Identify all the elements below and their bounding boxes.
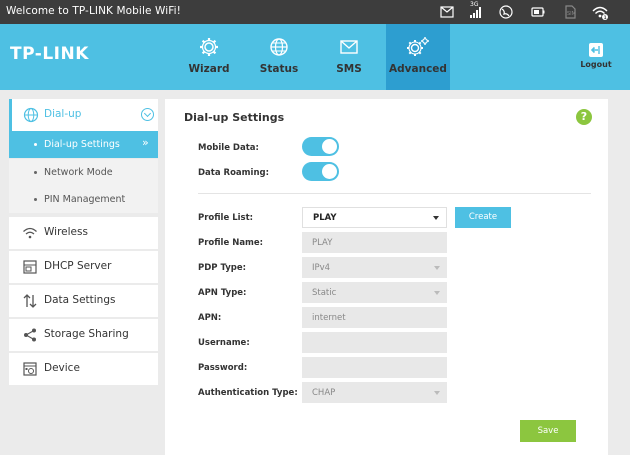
authentication-type-label: Authentication Type: bbox=[198, 388, 298, 398]
sidebar-item-label: Dial-up bbox=[44, 108, 82, 120]
pdp-type-label: PDP Type: bbox=[198, 263, 247, 273]
sidebar-section-dialup: Dial-up bbox=[9, 99, 158, 131]
mobile-data-label: Mobile Data: bbox=[198, 143, 259, 153]
sidebar-item-dialup[interactable]: Dial-up bbox=[9, 99, 158, 131]
sidebar-item-data-settings[interactable]: Data Settings bbox=[9, 285, 158, 317]
nav-status-label: Status bbox=[259, 63, 299, 75]
battery-icon bbox=[531, 7, 545, 17]
sidebar-subitem-pin-management[interactable]: PIN Management bbox=[9, 186, 158, 213]
up-down-arrows-icon bbox=[23, 294, 37, 308]
sidebar-item-storage-sharing[interactable]: Storage Sharing bbox=[9, 319, 158, 351]
dropdown-arrow-icon bbox=[434, 266, 440, 270]
authentication-type-select[interactable]: CHAP bbox=[302, 382, 447, 403]
sidebar-item-label: Data Settings bbox=[44, 294, 116, 306]
bullet-icon bbox=[34, 171, 37, 174]
password-field[interactable] bbox=[302, 357, 447, 378]
apn-value: internet bbox=[312, 313, 346, 323]
sidebar-item-label: Device bbox=[44, 362, 80, 374]
create-button[interactable]: Create bbox=[455, 207, 511, 228]
sidebar-item-row: Storage Sharing bbox=[9, 319, 158, 351]
apn-field[interactable]: internet bbox=[302, 307, 447, 328]
envelope-icon bbox=[340, 40, 358, 54]
apn-label: APN: bbox=[198, 313, 222, 323]
subitem-label: Dial-up Settings bbox=[44, 139, 120, 150]
tp-link-logo: TP-LINK bbox=[10, 44, 89, 64]
logout-label: Logout bbox=[580, 60, 612, 69]
network-type: 3G bbox=[470, 1, 479, 8]
sidebar-item-dhcp-server[interactable]: DHCP Server bbox=[9, 251, 158, 283]
sidebar-subitem-dialup-settings[interactable]: Dial-up Settings » bbox=[9, 131, 158, 158]
dialup-settings-panel: Dial-up Settings ? Mobile Data: Data Roa… bbox=[165, 99, 608, 455]
svg-text:SIM: SIM bbox=[567, 11, 576, 17]
profile-list-select[interactable]: PLAY bbox=[302, 207, 447, 228]
page-title: Dial-up Settings bbox=[184, 111, 285, 124]
divider bbox=[198, 193, 591, 194]
gear-icon bbox=[200, 38, 218, 56]
sidebar-item-device[interactable]: Device bbox=[9, 353, 158, 385]
data-roaming-toggle[interactable] bbox=[302, 162, 339, 181]
apn-type-value: Static bbox=[312, 288, 337, 298]
sidebar-item-wireless[interactable]: Wireless bbox=[9, 217, 158, 249]
subitem-label: Network Mode bbox=[44, 167, 113, 178]
globe-icon bbox=[23, 107, 39, 123]
welcome-text: Welcome to TP-LINK Mobile WiFi! bbox=[6, 5, 181, 17]
data-roaming-label: Data Roaming: bbox=[198, 168, 269, 178]
apn-type-select[interactable]: Static bbox=[302, 282, 447, 303]
sidebar-item-label: Storage Sharing bbox=[44, 328, 129, 340]
profile-name-label: Profile Name: bbox=[198, 238, 264, 248]
bullet-icon bbox=[34, 198, 37, 201]
nav-sms[interactable]: SMS bbox=[316, 24, 382, 90]
authentication-type-value: CHAP bbox=[312, 388, 336, 398]
dropdown-arrow-icon bbox=[434, 291, 440, 295]
wifi-icon: 1 bbox=[592, 6, 608, 20]
bullet-icon bbox=[34, 143, 37, 146]
server-icon bbox=[23, 260, 37, 274]
device-icon bbox=[23, 362, 37, 376]
help-icon[interactable]: ? bbox=[576, 109, 592, 125]
chevron-down-icon[interactable] bbox=[141, 108, 154, 121]
globe-icon bbox=[499, 5, 513, 19]
sidebar-item-row: Device bbox=[9, 353, 158, 385]
nav-wizard-label: Wizard bbox=[188, 63, 230, 75]
dropdown-arrow-icon bbox=[434, 391, 440, 395]
profile-name-value: PLAY bbox=[312, 238, 333, 248]
profile-list-label: Profile List: bbox=[198, 213, 254, 223]
password-label: Password: bbox=[198, 363, 248, 373]
gears-icon bbox=[407, 37, 429, 56]
profile-name-field[interactable]: PLAY bbox=[302, 232, 447, 253]
globe-icon bbox=[270, 38, 288, 56]
nav-status[interactable]: Status bbox=[246, 24, 312, 90]
pdp-type-select[interactable]: IPv4 bbox=[302, 257, 447, 278]
top-header: TP-LINK Wizard Status SMS Advanced Logou… bbox=[0, 24, 630, 90]
sidebar-item-row: Wireless bbox=[9, 217, 158, 249]
sidebar-subitem-network-mode[interactable]: Network Mode bbox=[9, 159, 158, 186]
double-chevron-right-icon: » bbox=[142, 136, 149, 149]
username-field[interactable] bbox=[302, 332, 447, 353]
share-icon bbox=[24, 328, 36, 342]
pdp-type-value: IPv4 bbox=[312, 263, 331, 273]
status-bar: Welcome to TP-LINK Mobile WiFi! 3G SIM 1 bbox=[0, 0, 630, 24]
nav-advanced[interactable]: Advanced bbox=[386, 24, 450, 90]
apn-type-label: APN Type: bbox=[198, 288, 247, 298]
mail-icon bbox=[440, 6, 454, 18]
logout-icon bbox=[589, 43, 603, 57]
dropdown-arrow-icon bbox=[433, 216, 439, 220]
sidebar-item-row: DHCP Server bbox=[9, 251, 158, 283]
sim-icon: SIM bbox=[565, 5, 576, 19]
sidebar-item-row: Data Settings bbox=[9, 285, 158, 317]
save-button[interactable]: Save bbox=[520, 420, 576, 442]
svg-text:1: 1 bbox=[604, 15, 607, 20]
wifi-icon bbox=[23, 227, 37, 239]
nav-sms-label: SMS bbox=[336, 63, 362, 75]
sidebar-item-label: DHCP Server bbox=[44, 260, 112, 272]
mobile-data-toggle[interactable] bbox=[302, 137, 339, 156]
username-label: Username: bbox=[198, 338, 250, 348]
nav-wizard[interactable]: Wizard bbox=[176, 24, 242, 90]
nav-advanced-label: Advanced bbox=[389, 63, 447, 75]
subitem-label: PIN Management bbox=[44, 194, 126, 205]
sidebar-item-label: Wireless bbox=[44, 226, 88, 238]
profile-list-value: PLAY bbox=[313, 213, 337, 223]
